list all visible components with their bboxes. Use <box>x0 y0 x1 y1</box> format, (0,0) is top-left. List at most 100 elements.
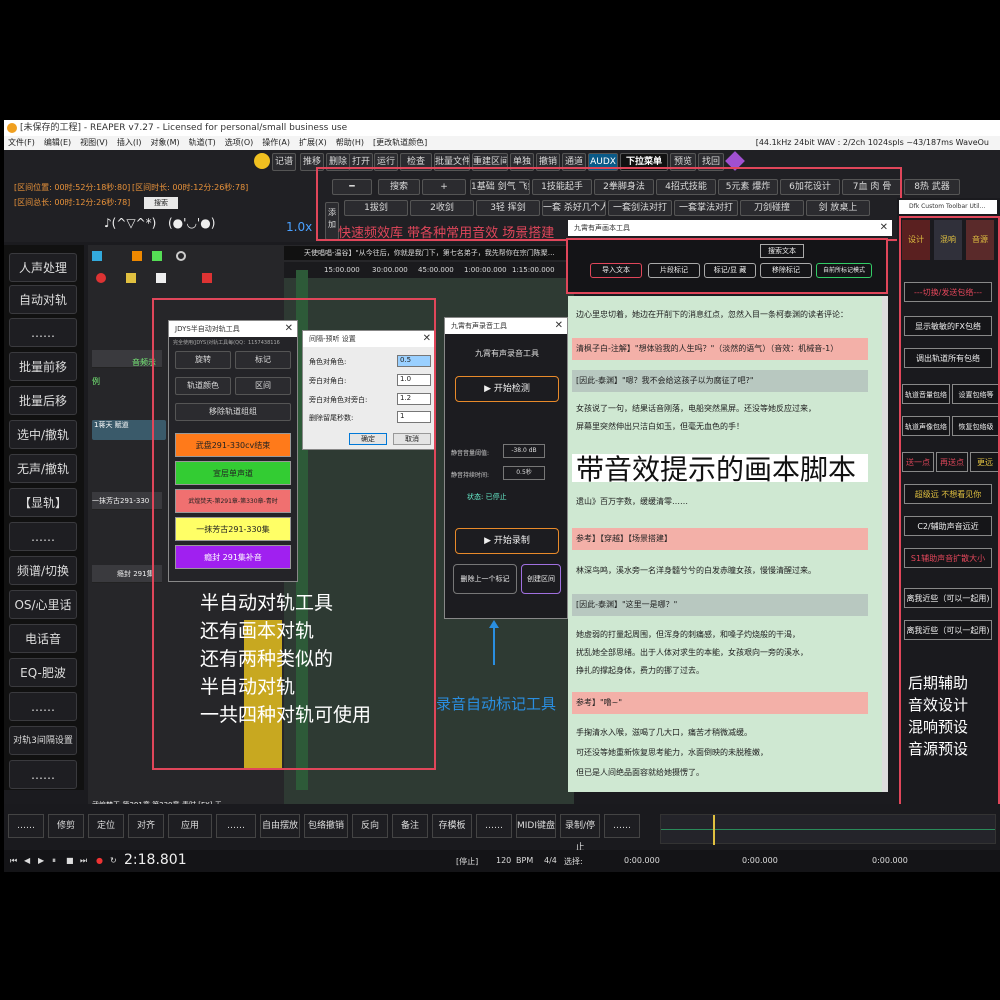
duration-label: 静音持续时间: <box>451 472 490 479</box>
menu-item[interactable]: 对象(M) <box>150 138 179 147</box>
script-line: 但已是人间绝品面容就给她摄愣了。 <box>576 768 704 777</box>
skip-back-icon[interactable]: ◀ <box>24 856 30 865</box>
script-line: 遗山》百万字数，缓缓清零…… <box>576 497 688 506</box>
menu-view[interactable]: 视图(V) <box>80 138 108 147</box>
zoom-level: 1.0x <box>286 220 313 234</box>
midi-keyboard-button[interactable]: MIDI键盘 <box>516 814 556 838</box>
pause-icon[interactable]: ⏸ <box>52 856 56 866</box>
tool-icon[interactable] <box>156 273 166 283</box>
close-icon[interactable]: ✕ <box>880 220 888 236</box>
tool-icon[interactable] <box>96 273 106 283</box>
sidebar-item-align-gap[interactable]: 对轨3间隔设置 <box>9 726 77 755</box>
sidebar-item-silent-hide[interactable]: 无声/撤轨 <box>9 454 77 483</box>
menu-edit[interactable]: 编辑(E) <box>44 138 71 147</box>
script-line: 可还没等她重新恢复思考能力，水面倒映的未脱稚嫩， <box>576 748 768 757</box>
time-signature[interactable]: 4/4 <box>544 856 557 865</box>
tool-icon[interactable] <box>132 251 142 261</box>
sidebar-item-phone[interactable]: 电话音 <box>9 624 77 653</box>
tool-icon[interactable] <box>152 251 162 261</box>
mini-timeline[interactable] <box>660 814 996 845</box>
tool-icon[interactable] <box>126 273 136 283</box>
sidebar-item-os[interactable]: OS/心里话 <box>9 590 77 619</box>
close-icon[interactable]: ✕ <box>555 318 563 334</box>
start-record-button[interactable]: ▶ 开始录制 <box>455 528 559 554</box>
menu-help[interactable]: 帮助(H) <box>336 138 364 147</box>
sidebar-item-batch-back[interactable]: 批量后移 <box>9 386 77 415</box>
menu-bar: 文件(F) 编辑(E) 视图(V) 插入(I) 对象(M) 轨道(T) 选项(O) 操作(A)… <box>4 136 1000 150</box>
script-line: 参考】"噜~" <box>572 692 868 714</box>
sidebar-item-spectrum[interactable]: 频谱/切换 <box>9 556 77 585</box>
stop-icon[interactable]: ■ <box>66 856 74 865</box>
sidebar-item-more-3[interactable]: …… <box>9 692 77 721</box>
loop-icon[interactable] <box>176 251 186 261</box>
region-length: [区间时长: 00时:12分:26秒:78] <box>132 183 249 192</box>
selection-label: 选择: <box>564 857 583 866</box>
bpm-value[interactable]: 120 <box>496 856 511 865</box>
bottom-button[interactable]: …… <box>604 814 640 838</box>
rewind-icon[interactable]: ⏮ <box>10 856 17 866</box>
free-place-button[interactable]: 自由摆放 <box>260 814 300 838</box>
script-body[interactable]: 边心里忠切着，她边在开削下的消息红点，忽然入目一条柯泰渊的读者评论： 清枫子白-… <box>568 296 882 792</box>
script-line: 屏幕里突然伸出只洁白如玉，但毫无血色的手！ <box>576 422 744 431</box>
menu-track[interactable]: 轨道(T) <box>189 138 216 147</box>
sidebar-item-eq[interactable]: EQ-肥波 <box>9 658 77 687</box>
loop-icon[interactable]: ↻ <box>110 856 117 865</box>
recorder-heading: 九霄有声录音工具 <box>475 349 539 358</box>
menu-track-color[interactable]: [更改轨道颜色] <box>373 138 427 147</box>
play-icon[interactable]: ▶ <box>38 856 44 865</box>
script-line: 参考】【穿越】【场景搭建】 <box>572 528 868 550</box>
emoji-icon[interactable] <box>254 153 270 169</box>
trim-button[interactable]: 修剪 <box>48 814 84 838</box>
menu-file[interactable]: 文件(F) <box>8 138 35 147</box>
bottom-button[interactable]: …… <box>8 814 44 838</box>
bottom-button[interactable]: …… <box>216 814 256 838</box>
menu-actions[interactable]: 操作(A) <box>262 138 290 147</box>
forward-icon[interactable]: ⏭ <box>80 856 87 866</box>
save-template-button[interactable]: 存模板 <box>432 814 472 838</box>
timeline-ruler[interactable]: 15:00.000 30:00.000 45:00.000 1:00:00.00… <box>284 262 574 278</box>
record-stop-button[interactable]: 录制/停止 <box>560 814 600 853</box>
sidebar-item-more-2[interactable]: …… <box>9 522 77 551</box>
create-region-button[interactable]: 创建区间 <box>521 564 561 594</box>
play-state: [停止] <box>456 857 479 866</box>
threshold-input[interactable]: -38.0 dB <box>503 444 545 458</box>
align-button[interactable]: 对齐 <box>128 814 164 838</box>
menu-extensions[interactable]: 扩展(X) <box>299 138 327 147</box>
sidebar-item-more-1[interactable]: …… <box>9 318 77 347</box>
script-scrollbar[interactable] <box>882 296 888 792</box>
script-title-bar: 九霄有声画本工具 ✕ <box>568 220 892 236</box>
tool-icon[interactable] <box>92 251 102 261</box>
script-line: [因此-泰渊】"这里一是哪？" <box>572 594 868 616</box>
align-highlight-box <box>152 298 436 770</box>
toolbar-note[interactable]: 记谱 <box>272 153 296 171</box>
window-title: [未保存的工程] - REAPER v7.27 - Licensed for p… <box>20 123 348 133</box>
envelope-undo-button[interactable]: 包络撤销 <box>304 814 348 838</box>
delete-marker-button[interactable]: 删除上一个标记 <box>453 564 517 594</box>
recorder-caption: 录音自动标记工具 <box>436 695 557 713</box>
tool-icon[interactable] <box>202 273 212 283</box>
sfx-cat-8[interactable]: 8热 武器 <box>904 179 960 195</box>
menu-insert[interactable]: 插入(I) <box>117 138 142 147</box>
script-title: 九霄有声画本工具 ✕ <box>568 220 892 236</box>
menu-options[interactable]: 选项(O) <box>225 138 254 147</box>
bottom-button[interactable]: …… <box>476 814 512 838</box>
sidebar-item-auto-align[interactable]: 自动对轨 <box>9 285 77 314</box>
sidebar-item-show-tracks[interactable]: 【显轨】 <box>9 488 77 517</box>
sidebar-item-select-hide[interactable]: 选中/撤轨 <box>9 420 77 449</box>
locate-button[interactable]: 定位 <box>88 814 124 838</box>
reverse-button[interactable]: 反向 <box>352 814 388 838</box>
search-small-button[interactable]: 搜索 <box>144 197 178 209</box>
track-name-bar: 天使唱唱-温谷】"从今往后，你就是我门下，第七名弟子，我先帮你在宗门陈聚… <box>284 246 568 260</box>
duration-input[interactable]: 0.5秒 <box>503 466 545 480</box>
track-name: 瘾封 291集 <box>117 570 154 578</box>
apply-button[interactable]: 应用 <box>168 814 212 838</box>
reaper-window: [未保存的工程] - REAPER v7.27 - Licensed for p… <box>4 120 1000 872</box>
note-button[interactable]: 备注 <box>392 814 428 838</box>
record-icon[interactable]: ● <box>96 856 103 865</box>
ruler-tick: 15:00.000 <box>324 266 360 274</box>
sidebar-item-vocal[interactable]: 人声处理 <box>9 253 77 282</box>
ruler-tick: 1:15:00.000 <box>512 266 555 274</box>
sidebar-item-batch-forward[interactable]: 批量前移 <box>9 352 77 381</box>
start-detect-button[interactable]: ▶ 开始检测 <box>455 376 559 402</box>
sidebar-item-more-4[interactable]: …… <box>9 760 77 789</box>
